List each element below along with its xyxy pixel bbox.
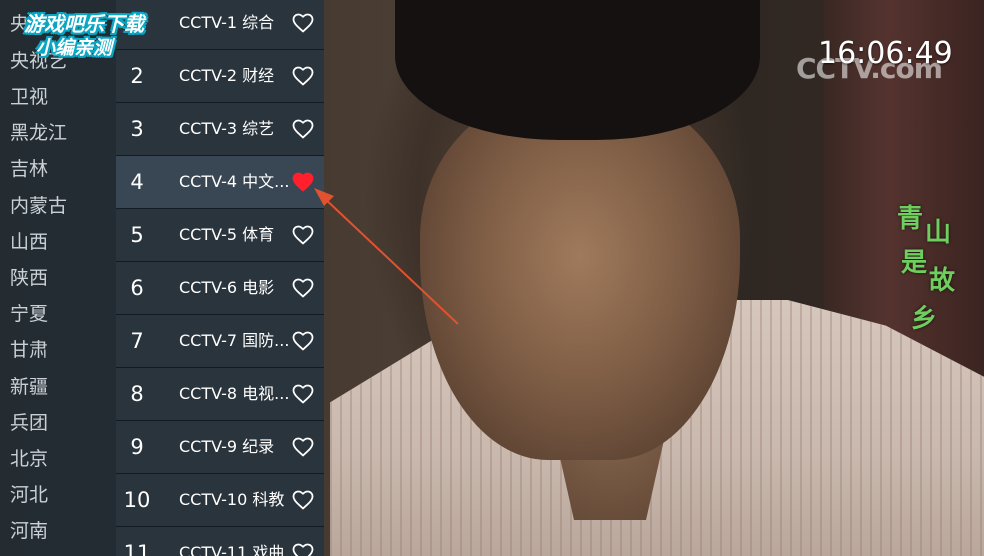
channel-row[interactable]: 10 CCTV-10 科教 xyxy=(116,474,324,527)
category-item[interactable]: 河南 xyxy=(10,513,110,549)
category-item[interactable]: 内蒙古 xyxy=(10,188,110,224)
category-item[interactable]: 兵团 xyxy=(10,405,110,441)
category-item[interactable]: 陕西 xyxy=(10,260,110,296)
channel-name: CCTV-2 财经 xyxy=(179,66,275,85)
channel-name: CCTV-10 科教 xyxy=(179,490,285,509)
video-person-hair xyxy=(395,0,760,140)
channel-number: 11 xyxy=(123,541,151,556)
watermark: 游戏吧乐下载 小编亲测 xyxy=(10,10,148,62)
watermark-line1: 游戏吧乐下载 xyxy=(24,12,144,36)
favorite-heart-icon[interactable] xyxy=(292,436,314,458)
channel-number: 4 xyxy=(130,170,144,194)
channel-number: 5 xyxy=(130,223,144,247)
channel-number: 9 xyxy=(130,435,144,459)
category-item[interactable]: 卫视 xyxy=(10,79,110,115)
channel-name: CCTV-4 中文... xyxy=(179,172,290,191)
channel-number: 7 xyxy=(130,329,144,353)
channel-list: 1 CCTV-1 综合 2 CCTV-2 财经 3 CCTV-3 综艺 4 CC… xyxy=(116,0,324,556)
channel-row[interactable]: 3 CCTV-3 综艺 xyxy=(116,103,324,156)
category-item[interactable]: 甘肃 xyxy=(10,332,110,368)
channel-name: CCTV-9 纪录 xyxy=(179,437,275,456)
annotation-arrow-icon xyxy=(314,188,459,325)
favorite-heart-icon[interactable] xyxy=(292,118,314,140)
category-item[interactable]: 新疆 xyxy=(10,369,110,405)
channel-name: CCTV-6 电影 xyxy=(179,278,275,297)
channel-name: CCTV-1 综合 xyxy=(179,13,275,32)
category-sidebar: 央视 央视艺 卫视 黑龙江 吉林 内蒙古 山西 陕西 宁夏 甘肃 新疆 兵团 北… xyxy=(0,0,116,556)
channel-name: CCTV-8 电视... xyxy=(179,384,290,403)
clock-display: 16:06:49 xyxy=(818,36,953,71)
channel-name: CCTV-3 综艺 xyxy=(179,119,275,138)
drama-title-char: 山 xyxy=(925,218,952,248)
watermark-line2: 小编亲测 xyxy=(36,37,113,59)
drama-title-logo: 青 山 是 故 乡 xyxy=(895,206,965,346)
channel-number: 10 xyxy=(123,488,151,512)
channel-row-selected[interactable]: 4 CCTV-4 中文... xyxy=(116,156,324,209)
channel-row[interactable]: 9 CCTV-9 纪录 xyxy=(116,421,324,474)
channel-number: 8 xyxy=(130,382,144,406)
category-item[interactable]: 黑龙江 xyxy=(10,115,110,151)
channel-number: 3 xyxy=(130,117,144,141)
channel-name: CCTV-7 国防... xyxy=(179,331,290,350)
channel-name: CCTV-5 体育 xyxy=(179,225,275,244)
category-item[interactable]: 河北 xyxy=(10,477,110,513)
favorite-heart-icon[interactable] xyxy=(292,12,314,34)
drama-title-char: 乡 xyxy=(911,304,938,334)
drama-title-char: 是 xyxy=(901,248,928,278)
channel-row[interactable]: 6 CCTV-6 电影 xyxy=(116,262,324,315)
category-item[interactable]: 宁夏 xyxy=(10,296,110,332)
category-item[interactable]: 北京 xyxy=(10,441,110,477)
channel-row[interactable]: 8 CCTV-8 电视... xyxy=(116,368,324,421)
category-item[interactable]: 山西 xyxy=(10,224,110,260)
favorite-heart-icon[interactable] xyxy=(292,383,314,405)
favorite-heart-icon[interactable] xyxy=(292,542,314,556)
channel-row[interactable]: 5 CCTV-5 体育 xyxy=(116,209,324,262)
drama-title-char: 青 xyxy=(897,204,924,234)
channel-row[interactable]: 7 CCTV-7 国防... xyxy=(116,315,324,368)
favorite-heart-icon[interactable] xyxy=(292,489,314,511)
category-item[interactable]: 吉林 xyxy=(10,151,110,187)
favorite-heart-icon[interactable] xyxy=(292,330,314,352)
channel-number: 6 xyxy=(130,276,144,300)
channel-name: CCTV-11 戏曲 xyxy=(179,543,285,556)
drama-title-char: 故 xyxy=(929,266,956,296)
channel-row[interactable]: 11 CCTV-11 戏曲 xyxy=(116,527,324,556)
favorite-heart-icon[interactable] xyxy=(292,65,314,87)
